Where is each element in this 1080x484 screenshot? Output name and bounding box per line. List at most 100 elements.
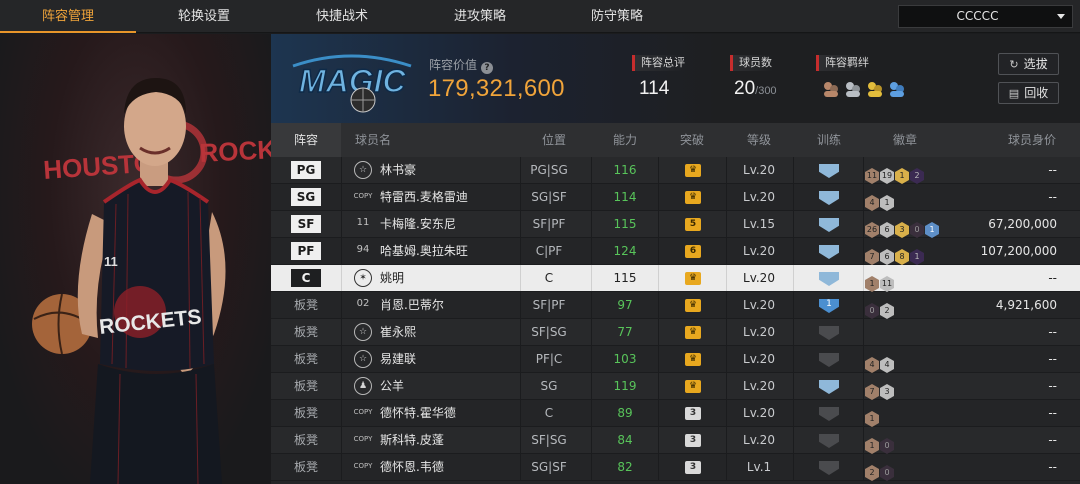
player-name[interactable]: 特雷西.麦格雷迪 — [380, 184, 530, 210]
crown-icon[interactable]: 6 — [685, 245, 701, 258]
bond-icons[interactable] — [821, 78, 913, 100]
divider — [658, 211, 659, 237]
col-player-worth[interactable]: 球员身价 — [1008, 123, 1056, 157]
crown-icon[interactable]: 3 — [685, 407, 701, 420]
team-select[interactable]: CCCCC — [898, 5, 1073, 28]
col-ability[interactable]: 能力 — [613, 123, 637, 157]
training-shield-icon[interactable] — [819, 245, 839, 259]
table-row[interactable]: 板凳 COPY 德怀恩.韦德 SG|SF 82 3 Lv.1 2 0 -- — [271, 454, 1080, 481]
training-shield-icon[interactable] — [819, 326, 839, 340]
badge-list[interactable]: 10 — [865, 433, 895, 454]
divider — [341, 373, 342, 399]
top-nav: 阵容管理 轮换设置 快捷战术 进攻策略 防守策略 CCCCC — [0, 0, 1080, 33]
training-shield-icon[interactable] — [819, 191, 839, 205]
col-breakthrough[interactable]: 突破 — [680, 123, 704, 157]
crown-icon[interactable]: ♛ — [685, 299, 701, 312]
badge-list[interactable]: 73 — [865, 379, 895, 400]
lineup-slot: 板凳 — [293, 325, 318, 339]
crown-icon[interactable]: ♛ — [685, 272, 701, 285]
player-name[interactable]: 德怀恩.韦德 — [380, 454, 530, 480]
player-position: C — [544, 406, 554, 420]
training-shield-icon[interactable] — [819, 218, 839, 232]
divider — [863, 373, 864, 399]
col-badges[interactable]: 徽章 — [893, 123, 917, 157]
divider — [341, 211, 342, 237]
tab-defense-strategy[interactable]: 防守策略 — [549, 0, 685, 33]
training-shield-icon[interactable]: 1 — [819, 299, 839, 313]
col-training[interactable]: 训练 — [817, 123, 841, 157]
player-ability: 114 — [613, 190, 637, 204]
player-name[interactable]: 公羊 — [380, 373, 530, 399]
tab-offense-strategy[interactable]: 进攻策略 — [412, 0, 548, 33]
player-card-icon: ✶ — [354, 269, 372, 287]
tab-quick-tactics[interactable]: 快捷战术 — [274, 0, 410, 33]
crown-icon[interactable]: ♛ — [685, 164, 701, 177]
col-lineup[interactable]: 阵容 — [271, 123, 341, 157]
col-level[interactable]: 等级 — [747, 123, 771, 157]
player-name[interactable]: 哈基姆.奥拉朱旺 — [380, 238, 530, 264]
rating-value: 114 — [639, 78, 670, 99]
player-name[interactable]: 易建联 — [380, 346, 530, 372]
player-worth: 107,200,000 — [980, 244, 1057, 258]
player-worth: -- — [1048, 271, 1057, 285]
training-shield-icon[interactable] — [819, 353, 839, 367]
crown-icon[interactable]: 5 — [685, 218, 701, 231]
help-icon[interactable]: ? — [481, 62, 494, 74]
divider — [341, 454, 342, 480]
badge-list[interactable]: 11 19 1 2 — [865, 163, 925, 184]
badge-list[interactable]: 1 11 — [865, 271, 895, 292]
badge-list[interactable]: 1 — [865, 406, 880, 427]
crown-icon[interactable]: ♛ — [685, 380, 701, 393]
training-shield-icon[interactable] — [819, 380, 839, 394]
player-name[interactable]: 肖恩.巴蒂尔 — [380, 292, 530, 318]
col-player-name[interactable]: 球员名 — [355, 123, 391, 157]
recycle-button[interactable]: ▤ 回收 — [998, 82, 1059, 104]
table-row[interactable]: C ✶ 姚明 C 115 ♛ Lv.20 1 11 -- — [271, 265, 1080, 292]
tab-rotation-settings[interactable]: 轮换设置 — [136, 0, 272, 33]
table-row[interactable]: 板凳 ☆ 易建联 PF|C 103 ♛ Lv.20 4 4 -- — [271, 346, 1080, 373]
table-row[interactable]: 板凳 COPY 德怀特.霍华德 C 89 3 Lv.20 1 -- — [271, 400, 1080, 427]
table-row[interactable]: 板凳 COPY 斯科特.皮蓬 SF|SG 84 3 Lv.20 1 0 -- — [271, 427, 1080, 454]
crown-icon[interactable]: 3 — [685, 461, 701, 474]
player-name[interactable]: 林书豪 — [380, 157, 530, 183]
training-shield-icon[interactable] — [819, 272, 839, 286]
training-shield-icon[interactable] — [819, 407, 839, 421]
crown-icon[interactable]: ♛ — [685, 326, 701, 339]
player-card-icon: COPY — [353, 192, 373, 200]
badge-list[interactable]: 7681 — [865, 244, 925, 265]
player-name[interactable]: 卡梅隆.安东尼 — [380, 211, 530, 237]
team-header: MAGIC 阵容价值? 179,321,600 阵容总评 114 球员数 20/… — [271, 34, 1080, 123]
col-position[interactable]: 位置 — [542, 123, 566, 157]
table-row[interactable]: 板凳 02 肖恩.巴蒂尔 SF|PF 97 ♛ Lv.20 1 0 2 4,921,600 — [271, 292, 1080, 319]
player-name[interactable]: 崔永熙 — [380, 319, 530, 345]
badge-list[interactable]: 20 — [865, 460, 895, 481]
divider — [793, 319, 794, 345]
player-name[interactable]: 德怀特.霍华德 — [380, 400, 530, 426]
player-portrait: HOUSTO ROCK 11 ROCKETS — [0, 34, 271, 484]
player-ability: 84 — [617, 433, 633, 447]
tab-lineup-management[interactable]: 阵容管理 — [0, 0, 136, 33]
badge-list[interactable]: 41 — [865, 190, 895, 211]
player-ability: 116 — [613, 163, 637, 177]
table-row[interactable]: PF 94 哈基姆.奥拉朱旺 C|PF 124 6 Lv.20 7 6 8 1 107,200,000 — [271, 238, 1080, 265]
table-row[interactable]: SG COPY 特雷西.麦格雷迪 SG|SF 114 ♛ Lv.20 4 1 -- — [271, 184, 1080, 211]
divider — [863, 400, 864, 426]
crown-icon[interactable]: ♛ — [685, 353, 701, 366]
training-shield-icon[interactable] — [819, 461, 839, 475]
draft-button[interactable]: ↻ 选拔 — [998, 53, 1059, 75]
table-row[interactable]: 板凳 ♟ 公羊 SG 119 ♛ Lv.20 7 3 -- — [271, 373, 1080, 400]
player-name[interactable]: 斯科特.皮蓬 — [380, 427, 530, 453]
badge-list[interactable]: 26 6 3 0 1 — [865, 217, 940, 238]
table-row[interactable]: SF 11 卡梅隆.安东尼 SF|PF 115 5 Lv.15 26 6 3 0 1 67,200,00… — [271, 211, 1080, 238]
divider — [658, 319, 659, 345]
crown-icon[interactable]: ♛ — [685, 191, 701, 204]
table-row[interactable]: PG ☆ 林书豪 PG|SG 116 ♛ Lv.20 11 19 1 2 -- — [271, 157, 1080, 184]
badge-list[interactable]: 44 — [865, 352, 895, 373]
badge-list[interactable]: 02 — [865, 298, 895, 319]
player-name[interactable]: 姚明 — [380, 265, 530, 291]
crown-icon[interactable]: 3 — [685, 434, 701, 447]
divider — [793, 265, 794, 291]
training-shield-icon[interactable] — [819, 434, 839, 448]
training-shield-icon[interactable] — [819, 164, 839, 178]
table-row[interactable]: 板凳 ☆ 崔永熙 SF|SG 77 ♛ Lv.20 -- — [271, 319, 1080, 346]
